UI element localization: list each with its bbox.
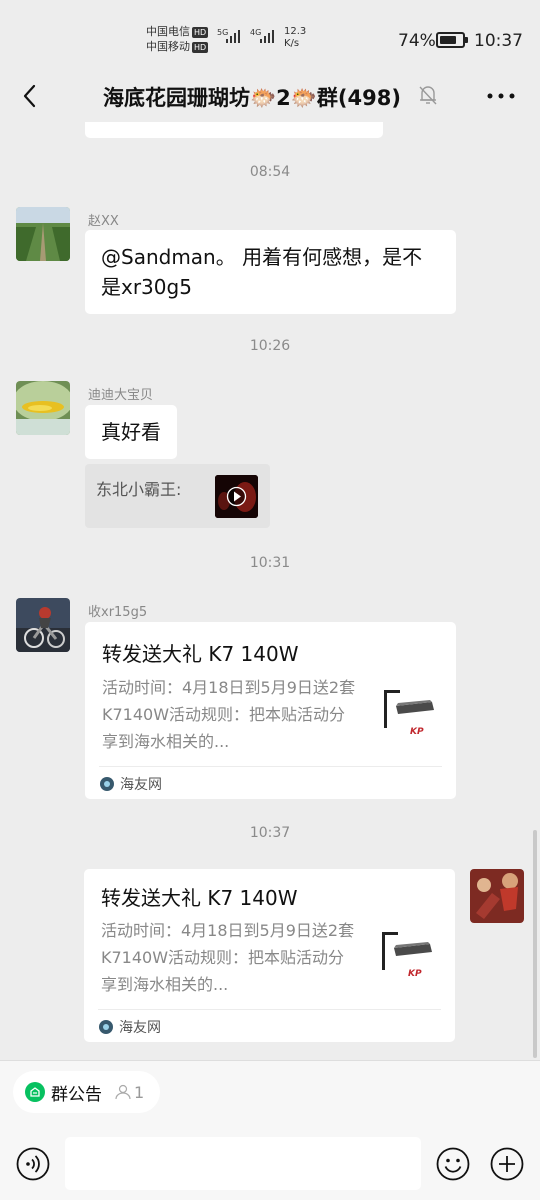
card-divider [98, 1009, 441, 1010]
person-icon [115, 1084, 131, 1100]
speed-value: 12.3 [284, 26, 307, 37]
carrier-info: 中国电信 HD 中国移动 HD [146, 24, 209, 54]
previous-message-bubble[interactable] [85, 122, 383, 138]
avatar[interactable] [16, 207, 70, 261]
network-speed: 12.3 K/s [284, 26, 306, 50]
chat-header: 海底花园珊瑚坊🐡2🐡群(498) [0, 70, 540, 122]
battery-percent: 74% [398, 31, 436, 51]
quote-sender: 东北小霸王: [96, 480, 182, 499]
timestamp: 10:37 [249, 825, 291, 841]
status-bar: 中国电信 HD 中国移动 HD 5G 4G 12.3 K/s 74% 10:37 [0, 0, 540, 70]
more-icon[interactable] [486, 92, 516, 100]
speed-unit: K/s [284, 38, 300, 49]
source-logo-icon [99, 1020, 113, 1034]
message-input[interactable] [65, 1137, 421, 1190]
timestamp: 08:54 [249, 164, 291, 180]
card-thumbnail: KP [376, 684, 440, 748]
timestamp: 10:26 [249, 338, 291, 354]
quoted-message[interactable]: 东北小霸王: [85, 464, 270, 528]
status-clock: 10:37 [474, 31, 523, 51]
card-title: 转发送大礼 K7 140W [102, 642, 299, 666]
emoji-icon[interactable] [436, 1147, 470, 1181]
mute-bell-icon [419, 86, 437, 105]
plus-icon[interactable] [490, 1147, 524, 1181]
timestamp: 10:31 [249, 555, 291, 571]
card-source-name: 海友网 [120, 777, 162, 793]
avatar[interactable] [470, 869, 524, 923]
input-panel: 群公告 1 [0, 1060, 540, 1200]
message-list[interactable]: 08:54 赵XX @Sandman。 用着有何感想，是不是xr30g5 10:… [0, 122, 540, 1060]
card-source-name: 海友网 [119, 1020, 161, 1036]
card-source: 海友网 [100, 774, 162, 794]
card-title: 转发送大礼 K7 140W [101, 886, 298, 910]
carrier-1: 中国电信 [146, 25, 190, 38]
chat-title: 海底花园珊瑚坊🐡2🐡群(498) [103, 86, 401, 110]
card-description: 活动时间：4月18日到5月9日送2套K7140W活动规则：把本贴活动分享到海水相… [102, 678, 356, 751]
card-source: 海友网 [99, 1017, 161, 1037]
sender-name: 收xr15g5 [88, 605, 148, 620]
signal-1-icon [226, 30, 240, 43]
scrollbar[interactable] [533, 830, 537, 1058]
source-logo-icon [100, 777, 114, 791]
quote-video-thumbnail [215, 475, 258, 518]
notice-count-value: 1 [134, 1082, 145, 1102]
avatar[interactable] [16, 598, 70, 652]
avatar[interactable] [16, 381, 70, 435]
message-bubble[interactable]: @Sandman。 用着有何感想，是不是xr30g5 [85, 230, 456, 314]
notice-icon [25, 1082, 45, 1102]
sender-name: 赵XX [88, 214, 119, 229]
link-card[interactable]: 转发送大礼 K7 140W 活动时间：4月18日到5月9日送2套K7140W活动… [85, 622, 456, 799]
voice-input-icon[interactable] [16, 1147, 50, 1181]
hd-badge-1: HD [192, 27, 209, 38]
hd-badge-2: HD [192, 42, 209, 53]
carrier-2: 中国移动 [146, 40, 190, 53]
message-bubble[interactable]: 真好看 [85, 405, 177, 459]
back-arrow-icon[interactable] [18, 82, 46, 110]
card-description: 活动时间：4月18日到5月9日送2套K7140W活动规则：把本贴活动分享到海水相… [101, 921, 355, 994]
svg-text:KP: KP [410, 727, 424, 737]
battery-icon [436, 32, 468, 48]
card-divider [99, 766, 442, 767]
notice-read-count: 1 [114, 1083, 144, 1102]
link-card[interactable]: 转发送大礼 K7 140W 活动时间：4月18日到5月9日送2套K7140W活动… [84, 869, 455, 1042]
sender-name: 迪迪大宝贝 [88, 388, 154, 403]
signal-2-icon [260, 30, 274, 43]
svg-text:KP: KP [408, 969, 422, 979]
card-thumbnail: KP [374, 926, 438, 990]
group-notice-button[interactable]: 群公告 1 [13, 1071, 161, 1113]
notice-label: 群公告 [51, 1084, 102, 1105]
